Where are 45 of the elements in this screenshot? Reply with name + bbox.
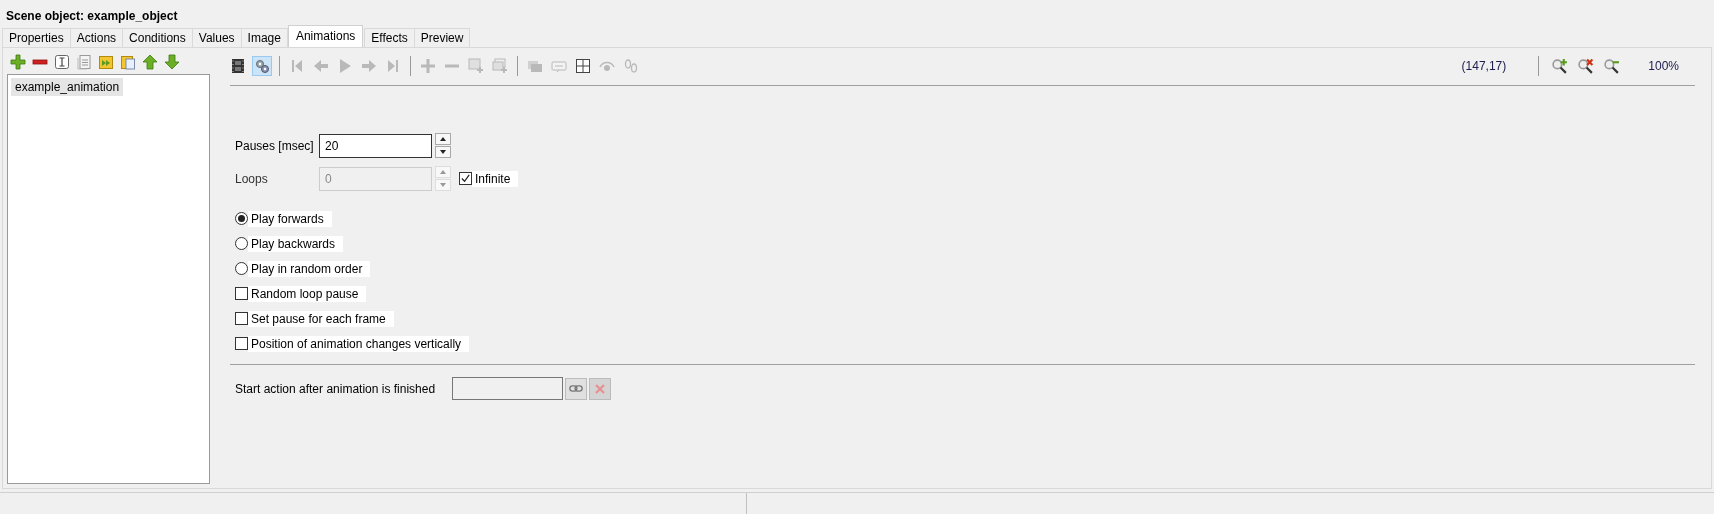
zoom-in-icon[interactable] <box>1551 57 1569 75</box>
radio-label[interactable]: Play backwards <box>248 235 344 252</box>
animation-list-item[interactable]: example_animation <box>11 78 124 96</box>
radio-button[interactable] <box>235 237 248 250</box>
clipboard-icon[interactable] <box>120 54 136 70</box>
checkbox-label[interactable]: Infinite <box>472 170 519 187</box>
tab[interactable]: Properties <box>2 28 71 47</box>
radio-label[interactable]: Play in random order <box>248 260 371 277</box>
arrow-up-icon[interactable] <box>142 54 158 70</box>
checkbox-label[interactable]: Random loop pause <box>248 285 367 302</box>
clear-button[interactable] <box>589 377 612 400</box>
radio-label[interactable]: Play forwards <box>248 210 332 227</box>
spin-down-button[interactable] <box>435 146 451 158</box>
checkbox[interactable] <box>235 287 248 300</box>
tab[interactable]: Preview <box>413 28 471 47</box>
grid-icon[interactable] <box>573 56 593 76</box>
window-title: Scene object: example_object <box>5 8 179 25</box>
action-field[interactable] <box>452 377 564 400</box>
checkbox[interactable] <box>235 312 248 325</box>
close-icon <box>594 382 607 395</box>
spin-up-button[interactable] <box>435 133 451 145</box>
zoom-level: 100% <box>1648 59 1679 73</box>
field-label: Loops <box>235 171 269 186</box>
plus-icon[interactable] <box>10 54 26 70</box>
checkbox-label[interactable]: Position of animation changes vertically <box>248 335 470 352</box>
tab[interactable]: Image <box>240 28 288 47</box>
document-icon[interactable] <box>76 54 92 70</box>
arrow-down-icon[interactable] <box>164 54 180 70</box>
pauses-field[interactable]: 20 <box>319 133 432 158</box>
link-icon <box>569 384 584 393</box>
tab[interactable]: Animations <box>287 25 364 47</box>
field-label: Start action after animation is finished <box>235 381 436 396</box>
folder-arrows-icon[interactable] <box>98 54 114 70</box>
tab[interactable]: Effects <box>364 28 415 47</box>
link-button[interactable] <box>565 377 588 400</box>
radio-button[interactable] <box>235 212 248 225</box>
text-cursor-icon[interactable] <box>54 54 70 70</box>
zoom-out-icon[interactable] <box>1603 57 1621 75</box>
cursor-coordinates: (147,17) <box>1461 59 1507 73</box>
field-label: Pauses [msec] <box>235 138 315 153</box>
checkbox[interactable] <box>459 172 472 185</box>
checkbox[interactable] <box>235 337 248 350</box>
zoom-reset-icon[interactable] <box>1577 57 1595 75</box>
radio-button[interactable] <box>235 262 248 275</box>
checkbox-label[interactable]: Set pause for each frame <box>248 310 394 327</box>
